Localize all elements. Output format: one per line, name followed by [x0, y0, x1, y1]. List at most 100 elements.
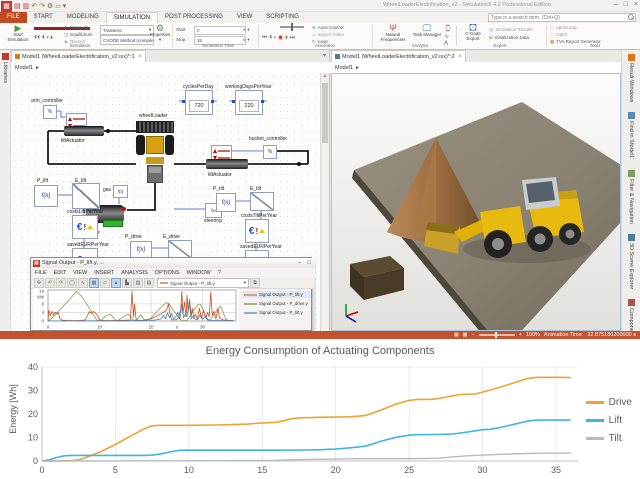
initialization-data-button[interactable]: ⛁ Initialization Data [489, 35, 529, 41]
reset-all-button[interactable]: ↰ Reset All [64, 25, 88, 31]
scene-viewport[interactable] [331, 73, 621, 331]
menu-help[interactable]: ? [218, 270, 221, 276]
menu-edit[interactable]: EDIT [54, 270, 67, 276]
fft-icon[interactable]: ▥ [133, 278, 143, 288]
e-tilt-block[interactable] [250, 192, 274, 211]
axes-control-button[interactable]: ⊛ Axes Control [312, 25, 344, 31]
animation-speed-handle[interactable] [291, 23, 293, 31]
p-tilt-block[interactable]: f(x) [216, 193, 236, 212]
simulation-results-button[interactable]: ▤ Simulation Results [489, 27, 533, 33]
menu-analysis[interactable]: ANALYSIS [121, 270, 148, 276]
line-chart-icon[interactable]: ▲ [111, 278, 121, 288]
tab-file[interactable]: FILE [0, 12, 27, 23]
menu-options[interactable]: OPTIONS [155, 270, 180, 276]
menu-window[interactable]: WINDOW [187, 270, 211, 276]
solver-mode-combo[interactable]: Transient ▾ [100, 25, 154, 35]
natural-frequencies-button[interactable]: Ψ Natural Frequencies [376, 24, 410, 43]
search-icon[interactable] [627, 14, 634, 21]
panel-layout-icon[interactable]: ▦ [89, 278, 99, 288]
libraries-tab[interactable]: Libraries [0, 50, 10, 83]
start-simulation-button[interactable]: ▶ Start Simulation [4, 24, 32, 43]
menu-view[interactable]: VIEW [73, 270, 87, 276]
signal-minimize-button[interactable]: – [296, 260, 303, 266]
scroll-up-icon[interactable]: ▲ [321, 73, 329, 79]
close-tab-icon[interactable]: × [459, 54, 463, 60]
properties-button[interactable]: ⚙ Properties ▾ [150, 24, 171, 43]
legend-item-lift[interactable]: Signal Output - P_lift.y [243, 291, 311, 298]
tab-modeling[interactable]: MODELING [60, 12, 106, 23]
menu-file[interactable]: FILE [35, 270, 47, 276]
e-lift-block[interactable] [72, 183, 100, 209]
tilt-actuator-block[interactable] [206, 159, 248, 169]
curve-icon[interactable]: ∿ [78, 278, 88, 288]
app-icon[interactable]: ▦ [1, 0, 12, 12]
bar-chart-icon[interactable]: ▙ [122, 278, 132, 288]
new-doc-icon[interactable]: ▱ [55, 3, 60, 10]
analysis-extra-icons[interactable]: ⌚ [444, 26, 451, 32]
tab-scripting[interactable]: SCRIPTING [259, 12, 306, 23]
search-input[interactable] [489, 14, 627, 21]
split-view-icon[interactable]: ▩ [463, 332, 468, 338]
scrollbar-thumb[interactable] [322, 83, 328, 143]
minimize-button[interactable]: – [614, 1, 618, 8]
equilibrium-button[interactable]: ◫ Equilibrium [64, 32, 93, 38]
save-all-icon[interactable]: ▥ [23, 3, 30, 10]
3d-scene[interactable] [332, 74, 621, 331]
restore-button[interactable]: □ [624, 1, 628, 8]
vertical-scrollbar[interactable]: ▲ [320, 73, 329, 331]
bode-icon[interactable]: ∿ [444, 34, 449, 40]
p-drive-block[interactable]: f(x) [130, 241, 152, 258]
sim-stop-unit[interactable]: s ▾ [243, 37, 250, 43]
redo-icon[interactable]: ↷ [39, 3, 45, 10]
settings-icon[interactable]: ⚙ [47, 3, 53, 10]
zoom-in-icon[interactable]: + [519, 332, 522, 338]
sim-start-field[interactable]: 0 [194, 26, 246, 35]
legend-item-tilt[interactable]: Signal Output - P_tilt.y [243, 309, 311, 316]
optiy-button[interactable]: ▢ OptiY [550, 32, 568, 38]
model-doc-tab[interactable]: Model1 (WheelLoaderElectrification_v2.is… [11, 50, 147, 62]
sim-transport-controls[interactable]: ⏴⏴ ⏴ ▪ ⏵ [34, 35, 53, 41]
copy-icon[interactable]: ▱ [100, 278, 110, 288]
signal-plot[interactable]: 0 10 20 30 0 4 8 14 s kW [33, 288, 239, 330]
zoom-icon[interactable]: ◯ [67, 278, 77, 288]
signal-output-window[interactable]: ▦ Signal Output - P_lift.y, ... – □ FILE… [30, 257, 315, 331]
legend-item-drive[interactable]: Signal Output - P_drive.y [243, 300, 311, 307]
tab-filter-navigation[interactable]: Filter & Navigation [627, 169, 635, 224]
signal-maximize-button[interactable]: □ [305, 260, 313, 266]
zoom-out-icon[interactable]: − [471, 332, 474, 338]
tab-result-windows[interactable]: Result Windows [627, 54, 635, 102]
arm-controller-block[interactable]: % [43, 105, 57, 119]
qat-dropdown-icon[interactable]: ▾ [63, 3, 67, 10]
optislang-button[interactable]: ▢ optiSLang [550, 25, 577, 31]
undo-icon[interactable]: ↶ [45, 278, 55, 288]
working-days-block[interactable]: 220 [232, 90, 264, 115]
properties-icon[interactable]: ✣ [34, 278, 44, 288]
costs-tilt-block[interactable]: €! [245, 219, 269, 243]
tab-view[interactable]: VIEW [230, 12, 259, 23]
grid-copy-icon[interactable]: ⧉ [250, 278, 260, 288]
search-box[interactable] [488, 13, 636, 22]
tab-simulation[interactable]: SIMULATION [105, 12, 159, 23]
zoom-slider[interactable] [478, 332, 515, 338]
save-icon[interactable]: ▤ [14, 3, 21, 10]
zoom-slider-handle[interactable] [494, 332, 497, 338]
undo-icon[interactable]: ↶ [31, 3, 37, 10]
sim-start-unit[interactable]: s ▾ [243, 27, 250, 33]
animation-transport-controls[interactable]: ⏮ ⏴ ▪ ◉ ⏵ ⏭ [262, 35, 295, 41]
tab-start[interactable]: START [27, 12, 60, 23]
scene-doc-tab[interactable]: Model1 (WheelLoaderElectrification_v2.is… [331, 50, 467, 62]
export-video-button[interactable]: ▭ Export Video [312, 32, 344, 38]
p-lift-block[interactable]: f(x) [34, 185, 58, 207]
lift-actuator-block[interactable] [64, 126, 104, 136]
battery-block[interactable] [103, 220, 123, 227]
redo-icon[interactable]: ↷ [56, 278, 66, 288]
task-manager-button[interactable]: 🖵 Task Manager [412, 24, 442, 38]
cycles-per-day-block[interactable]: 720 [182, 90, 214, 115]
tab-overflow-icon[interactable]: ▾ [323, 50, 329, 62]
c-code-export-button[interactable]: 🖸 C-Code Export [459, 24, 487, 42]
bucket-controller-block[interactable]: % [263, 145, 277, 159]
close-tab-icon[interactable]: × [139, 54, 143, 60]
close-button[interactable]: × [634, 1, 638, 8]
menu-insert[interactable]: INSERT [94, 270, 114, 276]
tab-post-processing[interactable]: POST PROCESSING [158, 12, 230, 23]
